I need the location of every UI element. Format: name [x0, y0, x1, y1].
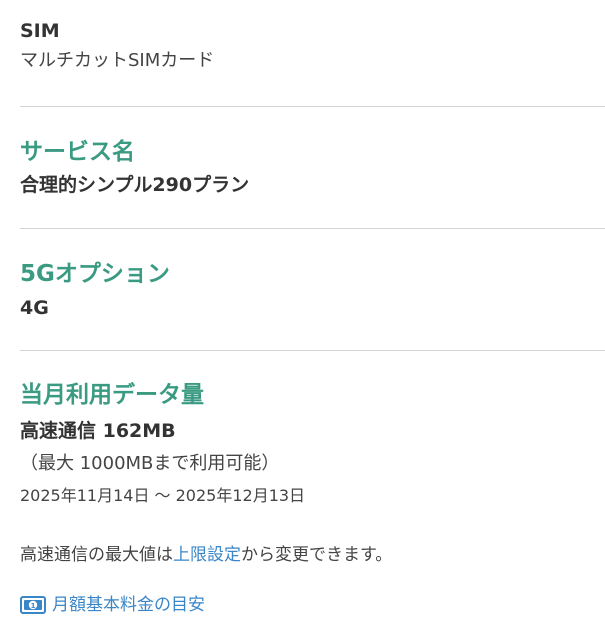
sim-value: マルチカットSIMカード [20, 50, 215, 71]
note-suffix: から変更できます。 [241, 545, 393, 565]
svg-text:1: 1 [31, 602, 36, 610]
option-5g-heading: 5Gオプション [20, 261, 170, 287]
limit-setting-note: 高速通信の最大値は上限設定から変更できます。 [20, 543, 392, 567]
divider [20, 106, 605, 107]
option-5g-value: 4G [20, 297, 49, 319]
usage-heading: 当月利用データ量 [20, 382, 204, 408]
divider [20, 350, 605, 351]
usage-value: 高速通信 162MB [20, 420, 176, 442]
limit-setting-link[interactable]: 上限設定 [173, 545, 241, 565]
monthly-fee-guide-link[interactable]: 1 月額基本料金の目安 [20, 593, 205, 617]
usage-limit-note: （最大 1000MBまで利用可能） [20, 453, 280, 474]
usage-period: 2025年11月14日 ～ 2025年12月13日 [20, 486, 306, 505]
monthly-fee-guide-label: 月額基本料金の目安 [52, 595, 205, 615]
sim-info-panel: SIM マルチカットSIMカード サービス名 合理的シンプル290プラン 5Gオ… [0, 0, 605, 636]
money-icon: 1 [20, 596, 46, 614]
divider [20, 228, 605, 229]
service-value: 合理的シンプル290プラン [20, 174, 250, 196]
service-heading: サービス名 [20, 139, 135, 165]
note-prefix: 高速通信の最大値は [20, 545, 173, 565]
sim-label: SIM [20, 20, 60, 42]
